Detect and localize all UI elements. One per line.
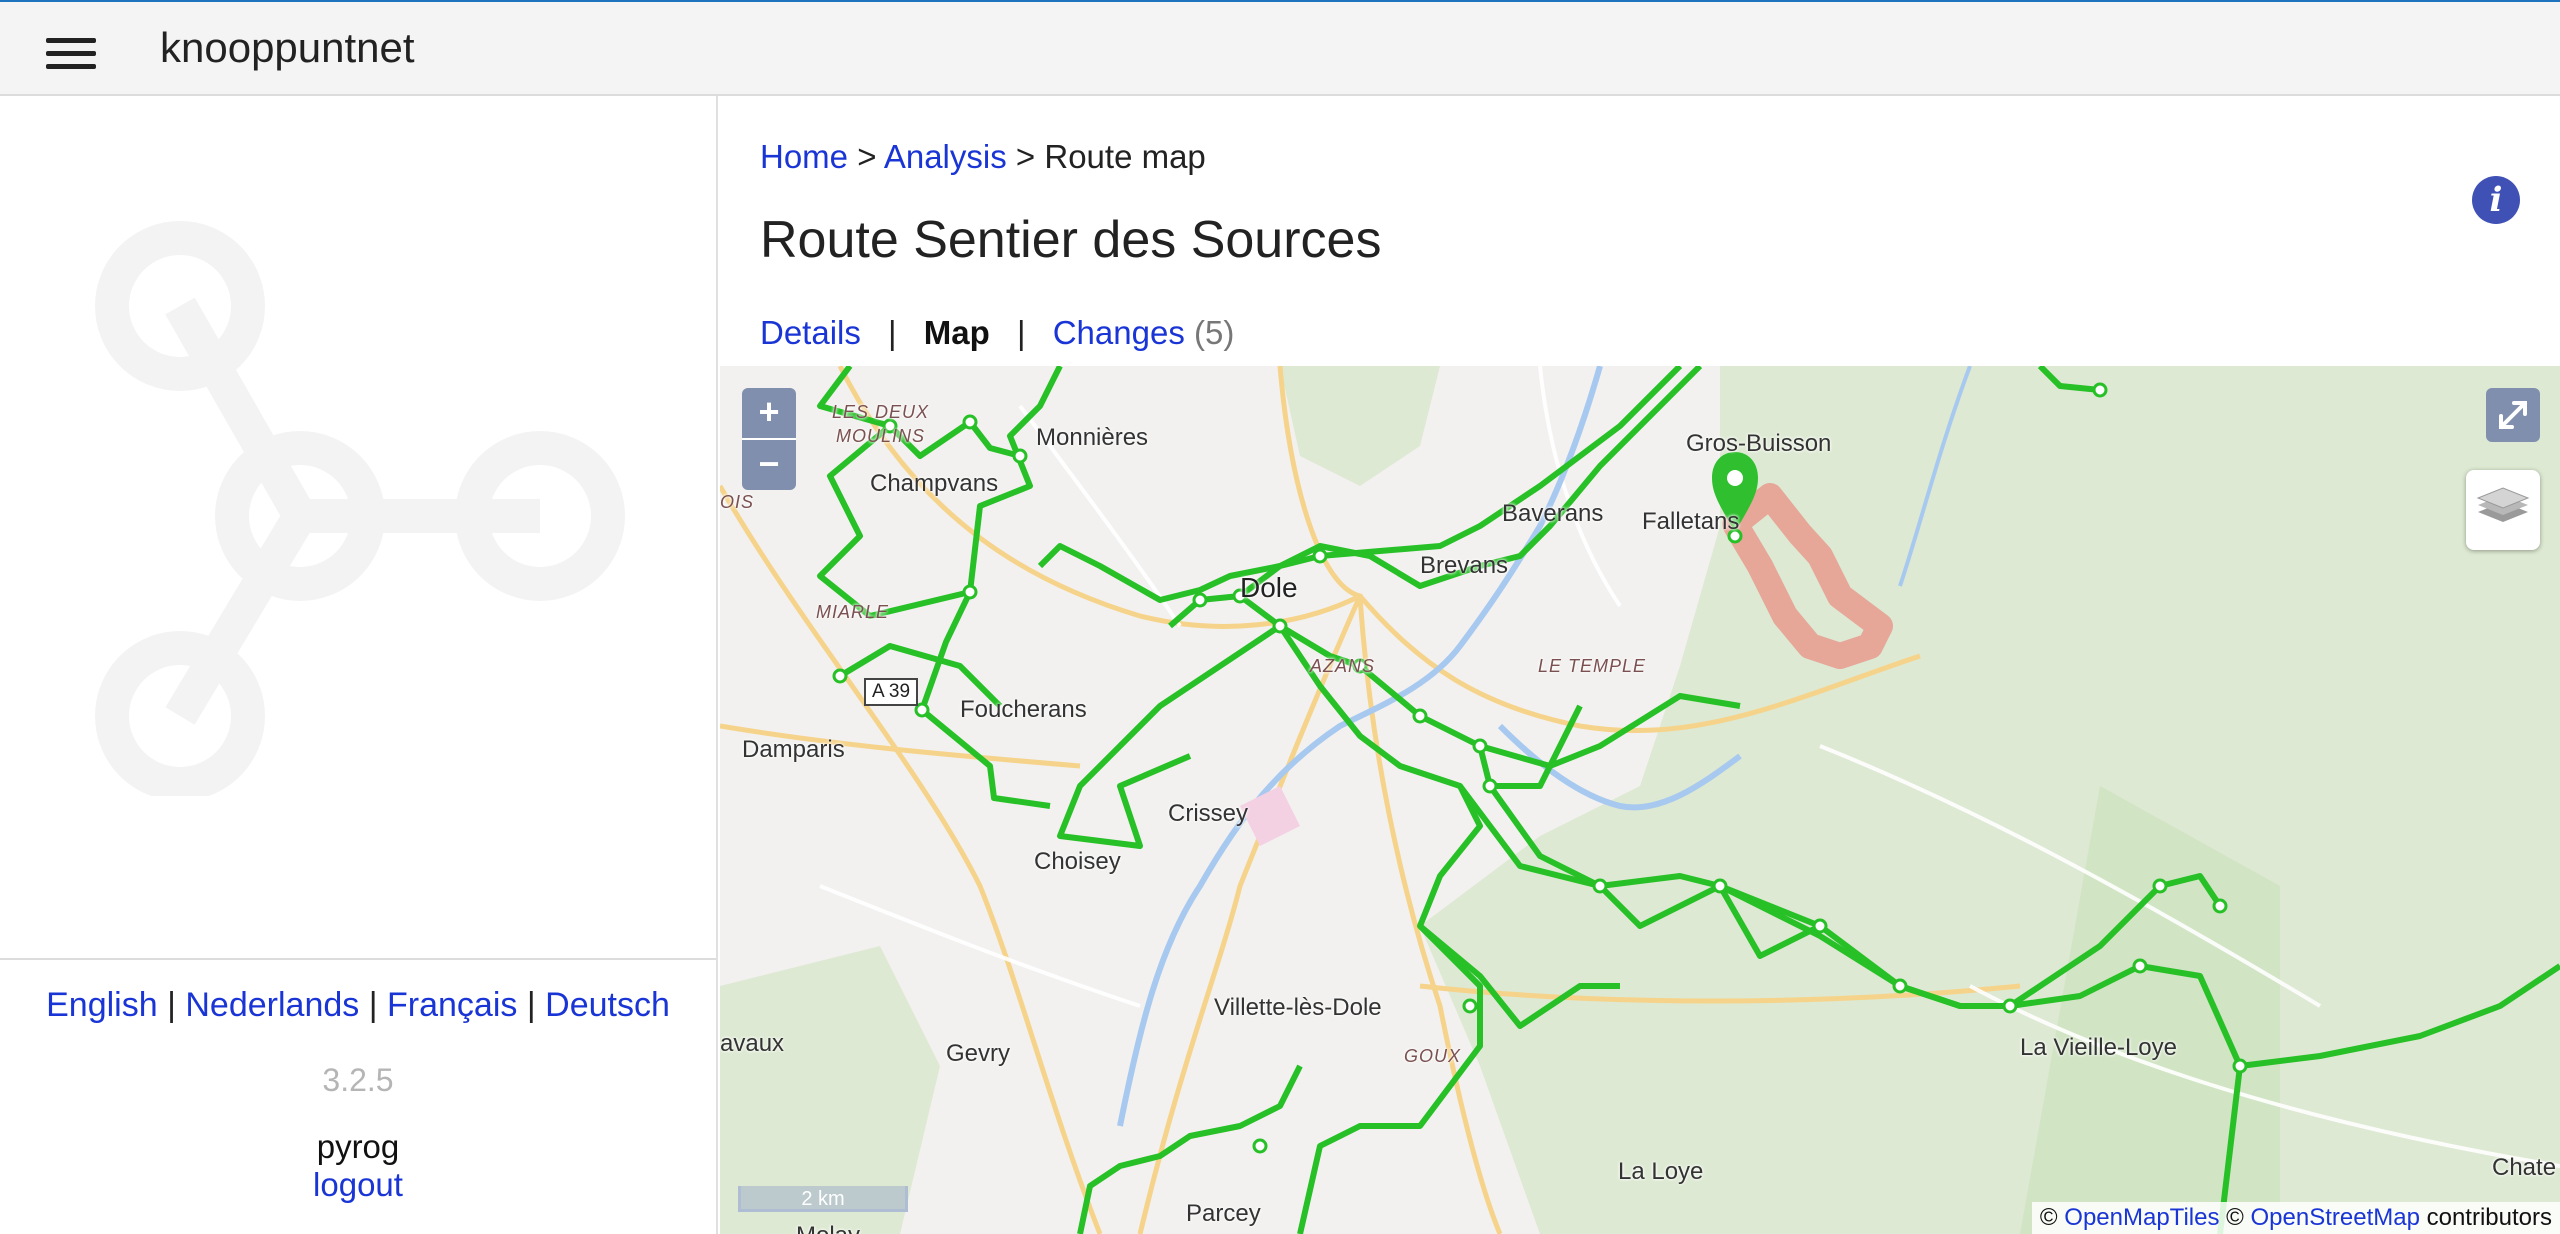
copyright-symbol: © — [2226, 1204, 2244, 1231]
map-label: Champvans — [870, 470, 999, 497]
map-label: LES DEUX — [832, 402, 930, 422]
map-label: Gros-Buisson — [1686, 430, 1832, 457]
map-label: Dole — [1240, 572, 1298, 603]
copyright-symbol: © — [2039, 1204, 2058, 1231]
map-label: Parcey — [1186, 1200, 1261, 1227]
language-english[interactable]: English — [46, 986, 158, 1024]
map-label: Brevans — [1420, 552, 1509, 579]
tab-separator: | — [1016, 314, 1026, 351]
attribution-contributors: contributors — [2426, 1204, 2552, 1231]
map-label: LE TEMPLE — [1538, 656, 1647, 676]
app-version: 3.2.5 — [322, 1062, 394, 1098]
zoom-control: + − — [742, 388, 796, 490]
breadcrumb-separator: > — [1015, 138, 1036, 175]
map-label: Monnières — [1036, 424, 1149, 451]
map-label: OIS — [720, 492, 755, 512]
changes-count: (5) — [1194, 314, 1235, 351]
language-francais[interactable]: Français — [387, 986, 517, 1024]
map-label: MIARLE — [816, 602, 890, 622]
map-attribution: © OpenMapTiles © OpenStreetMap contribut… — [2031, 1202, 2560, 1234]
language-nederlands[interactable]: Nederlands — [185, 986, 359, 1024]
tab-separator: | — [888, 314, 897, 351]
map-label: avaux — [720, 1030, 785, 1057]
map-label: Molay — [796, 1222, 860, 1234]
map-label: Gevry — [946, 1040, 1011, 1067]
map-label: GOUX — [1404, 1046, 1462, 1066]
language-separator: | — [167, 986, 176, 1024]
logout-link[interactable]: logout — [0, 1166, 716, 1204]
sidebar: English | Nederlands | Français | Deutsc… — [0, 96, 718, 1234]
hamburger-menu-icon[interactable] — [40, 28, 104, 80]
zoom-in-button[interactable]: + — [742, 388, 796, 440]
map-label: Foucherans — [960, 696, 1087, 723]
industrial-area — [1240, 786, 1300, 846]
expand-icon — [2499, 401, 2527, 429]
map-label: AZANS — [1310, 656, 1376, 676]
breadcrumb-home[interactable]: Home — [760, 138, 848, 175]
language-separator: | — [368, 986, 378, 1024]
knooppuntnet-logo-icon — [95, 221, 625, 796]
map-label: Baverans — [1502, 500, 1604, 527]
language-deutsch[interactable]: Deutsch — [545, 986, 670, 1024]
tab-details[interactable]: Details — [760, 314, 861, 351]
map-label: Falletans — [1642, 508, 1740, 535]
breadcrumb-current: Route map — [1044, 138, 1206, 175]
breadcrumb: Home > Analysis > Route map — [760, 138, 1206, 176]
zoom-out-button[interactable]: − — [742, 440, 796, 490]
road-shield: A 39 — [864, 678, 919, 706]
page-title: Route Sentier des Sources — [760, 211, 1382, 269]
page-tabs: Details | Map | Changes (5) — [760, 314, 1234, 352]
app-title: knooppuntnet — [160, 24, 415, 71]
breadcrumb-analysis[interactable]: Analysis — [884, 138, 1007, 175]
user-name: pyrog — [316, 1128, 400, 1165]
openmaptiles-link[interactable]: OpenMapTiles — [2064, 1204, 2219, 1231]
language-separator: | — [526, 986, 536, 1024]
layer-switcher-button[interactable] — [2466, 470, 2540, 550]
sidebar-divider — [0, 958, 716, 960]
tab-map[interactable]: Map — [924, 314, 990, 351]
toolbar: knooppuntnet — [0, 2, 2560, 96]
language-selector: English | Nederlands | Français | Deutsc… — [0, 986, 716, 1025]
map-label: La Loye — [1618, 1158, 1704, 1185]
openstreetmap-link[interactable]: OpenStreetMap — [2251, 1204, 2420, 1231]
map-scale: 2 km — [738, 1186, 908, 1212]
map-label: Damparis — [742, 736, 845, 763]
route-map[interactable]: LES DEUX MOULINS Monnières Champvans OIS… — [720, 366, 2560, 1234]
map-label: Chate — [2492, 1154, 2557, 1181]
map-label: Choisey — [1034, 848, 1121, 875]
map-label: Crissey — [1168, 800, 1249, 827]
info-icon[interactable]: i — [2472, 176, 2520, 224]
layers-icon — [2476, 487, 2530, 522]
tab-changes[interactable]: Changes — [1053, 314, 1185, 351]
breadcrumb-separator: > — [857, 138, 877, 175]
map-label: Villette-lès-Dole — [1214, 994, 1382, 1021]
map-label: MOULINS — [836, 426, 926, 446]
map-label: La Vieille-Loye — [2020, 1034, 2177, 1061]
fullscreen-button[interactable] — [2486, 388, 2540, 442]
